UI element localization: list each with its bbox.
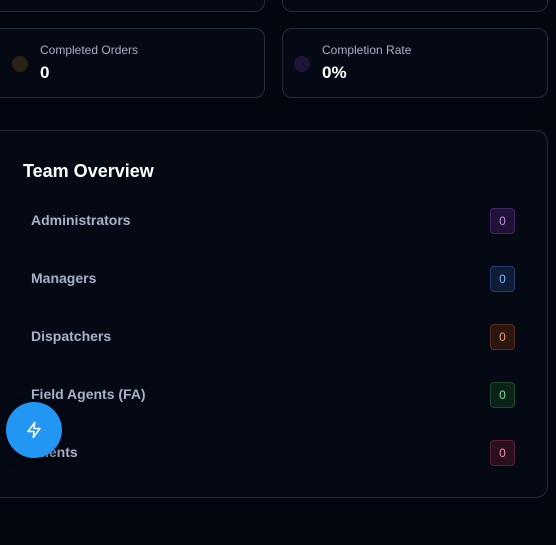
count-badge: 0 bbox=[490, 382, 515, 408]
team-row-label: Field Agents (FA) bbox=[31, 386, 146, 402]
team-row-field-agents: Field Agents (FA) 0 bbox=[31, 382, 515, 408]
stat-card-completion-rate: Completion Rate 0% bbox=[282, 28, 548, 98]
quick-action-button[interactable] bbox=[6, 402, 62, 458]
stat-value: 0 bbox=[40, 63, 50, 82]
status-dot-icon bbox=[294, 56, 310, 72]
stat-value: 0% bbox=[322, 63, 347, 82]
team-row-administrators: Administrators 0 bbox=[31, 208, 515, 234]
top-card-right bbox=[282, 0, 548, 12]
team-row-label: Administrators bbox=[31, 212, 131, 228]
count-badge: 0 bbox=[490, 266, 515, 292]
team-row-clients: Clients 0 bbox=[31, 440, 515, 466]
team-overview-card: Team Overview Administrators 0 Managers … bbox=[0, 130, 548, 498]
count-badge: 0 bbox=[490, 324, 515, 350]
team-row-label: Managers bbox=[31, 270, 97, 286]
team-row-dispatchers: Dispatchers 0 bbox=[31, 324, 515, 350]
stat-label: Completion Rate bbox=[322, 43, 412, 57]
top-card-left bbox=[0, 0, 265, 12]
lightning-icon bbox=[27, 421, 41, 439]
stat-label: Completed Orders bbox=[40, 43, 139, 57]
status-dot-icon bbox=[12, 56, 28, 72]
count-badge: 0 bbox=[490, 440, 515, 466]
team-row-label: Dispatchers bbox=[31, 328, 112, 344]
count-badge: 0 bbox=[490, 208, 515, 234]
team-overview-title: Team Overview bbox=[23, 161, 154, 181]
team-row-managers: Managers 0 bbox=[31, 266, 515, 292]
stat-card-completed-orders: Completed Orders 0 bbox=[0, 28, 265, 98]
